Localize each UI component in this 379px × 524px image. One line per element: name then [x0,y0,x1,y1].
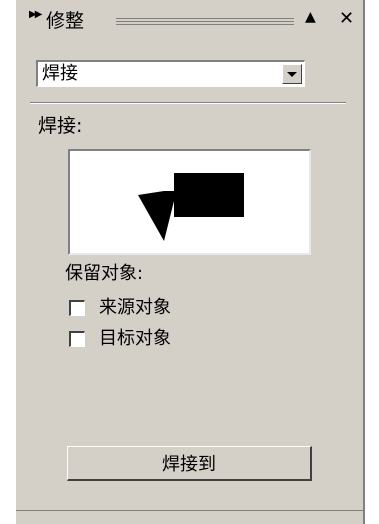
weld-preview-icon [138,173,244,241]
separator [30,102,346,104]
keep-objects-label: 保留对象: [65,263,144,284]
drag-grip[interactable] [116,18,294,25]
close-icon[interactable]: ✕ [339,8,354,29]
docker-panel: ▶▶ 修整 ▲ ✕ 焊接 焊接: 保留对象: 来源对象 目标对象 焊接到 [16,0,363,524]
target-object-checkbox[interactable] [69,331,85,347]
chevron-double-right-icon[interactable]: ▶▶ [29,9,42,20]
source-object-checkbox[interactable] [69,300,85,316]
section-label: 焊接: [38,115,83,137]
source-object-label[interactable]: 来源对象 [99,296,171,320]
chevron-down-icon[interactable] [282,64,302,84]
docker-titlebar[interactable]: ▶▶ 修整 ▲ ✕ [16,6,363,36]
weld-to-button[interactable]: 焊接到 [67,446,312,481]
operation-dropdown[interactable]: 焊接 [36,60,305,87]
panel-bottom-edge [16,510,363,511]
operation-selected-value: 焊接 [42,63,78,84]
weld-preview [68,149,311,255]
target-object-label[interactable]: 目标对象 [99,327,171,351]
panel-title: 修整 [46,10,85,32]
triangle-up-icon[interactable]: ▲ [305,9,316,25]
panel-right-edge [363,0,365,524]
